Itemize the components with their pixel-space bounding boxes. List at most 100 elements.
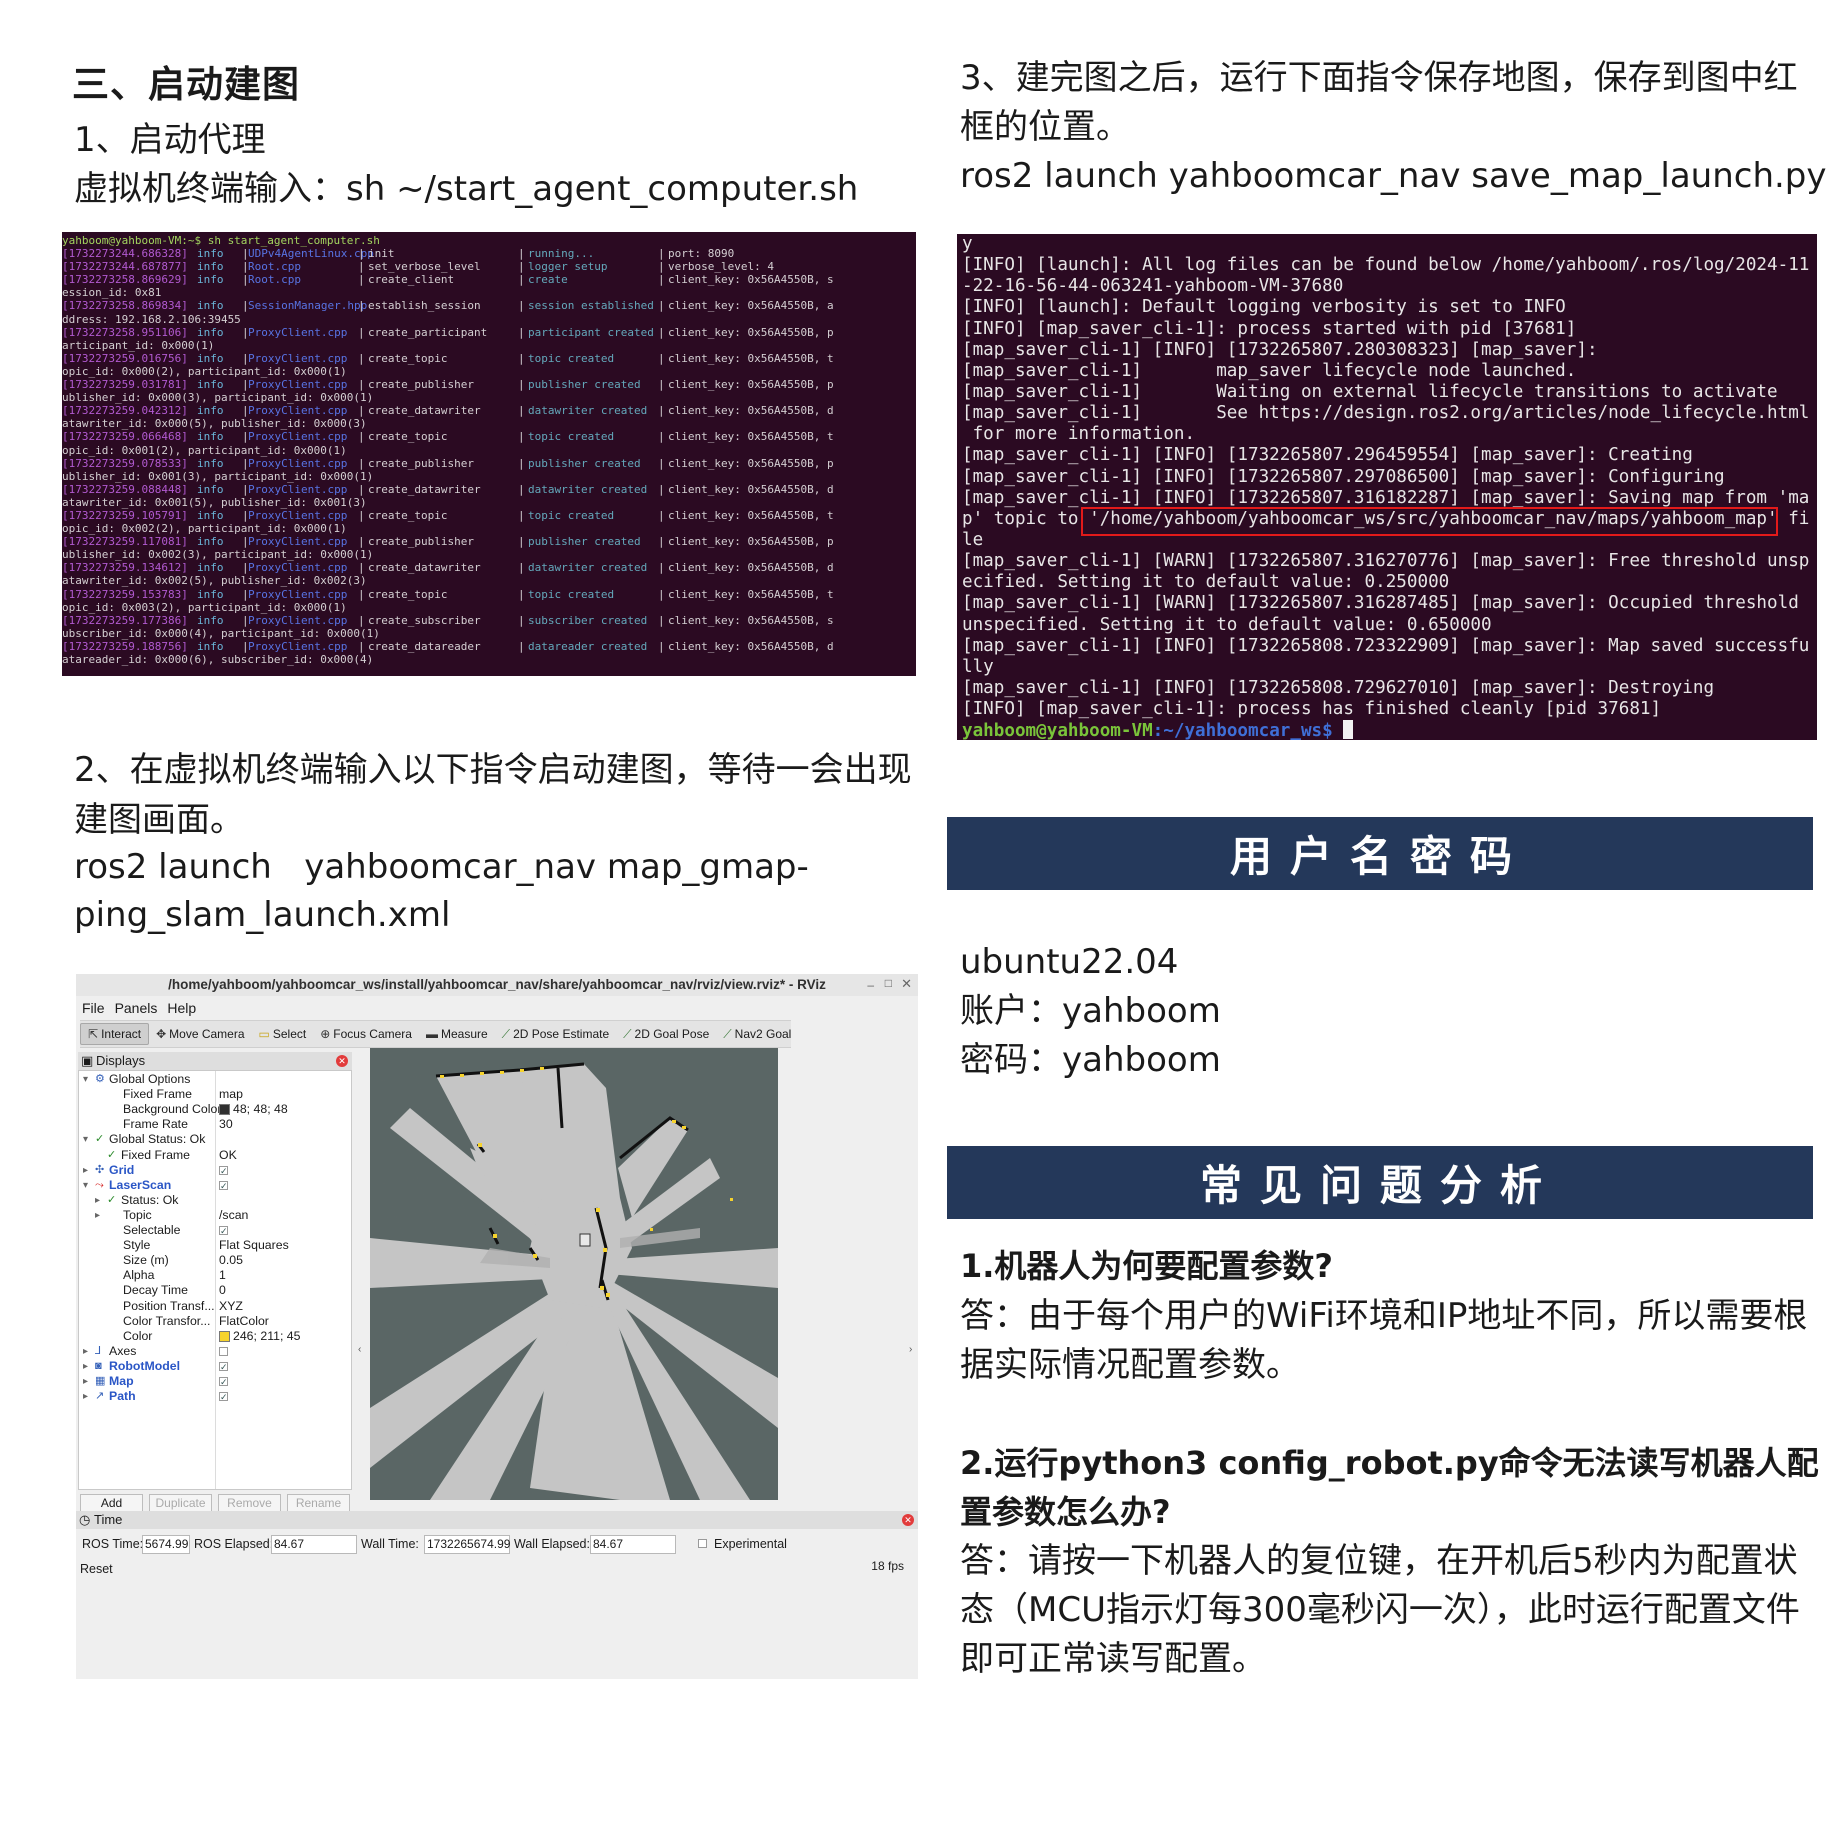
text-cursor — [1343, 720, 1354, 740]
collapse-right-icon[interactable]: › — [909, 1344, 912, 1355]
answer-2-line1: 答：请按一下机器人的复位键，在开机后5秒内为配置状 — [960, 1541, 1798, 1581]
terminal1-line: [1732273259.016756] info ProxyClient.cpp cr… — [62, 351, 834, 365]
time-close-icon[interactable]: ✕ — [902, 1514, 914, 1526]
enable-checkbox[interactable]: ✓ — [219, 1392, 228, 1402]
agent-terminal: yahboom@yahboom-VM:~$ sh start_agent_com… — [62, 232, 916, 676]
display-tree-row[interactable]: Size (m) 0.05 — [79, 1253, 351, 1268]
enable-checkbox[interactable]: ✓ — [219, 1226, 228, 1236]
display-tree-row[interactable]: Background Color 48; 48; 48 — [79, 1102, 351, 1117]
os-version: ubuntu22.04 — [960, 942, 1179, 982]
ruler-icon: ▬ — [425, 1027, 438, 1041]
expand-down-icon[interactable]: ▾ — [83, 1072, 88, 1087]
expand-right-icon[interactable]: ▸ — [83, 1374, 88, 1389]
terminal1-line: [1732273259.177386] info ProxyClient.cpp cr… — [62, 613, 834, 627]
terminal1-line: atawriter_id: 0x001(5), publisher_id: 0x… — [62, 495, 367, 509]
section-title: 三、启动建图 — [72, 63, 300, 106]
close-icon[interactable]: ✕ — [901, 976, 912, 992]
display-tree-row[interactable]: ▸ Topic/scan — [79, 1208, 351, 1223]
monitor-icon: ▣ — [81, 1053, 94, 1068]
ros-elapsed-field[interactable]: 84.67 — [271, 1535, 357, 1554]
enable-checkbox[interactable] — [219, 1347, 228, 1357]
enable-checkbox[interactable]: ✓ — [219, 1165, 228, 1175]
display-type-icon: ◙ — [95, 1359, 102, 1372]
display-tree-row[interactable]: ▸ ✓ Status: Ok — [79, 1193, 351, 1208]
terminal1-line: [1732273259.088448] info ProxyClient.cpp cr… — [62, 482, 834, 496]
enable-checkbox[interactable]: ✓ — [219, 1180, 228, 1190]
display-tree-row[interactable]: ▸ ⅃ Axes — [79, 1344, 351, 1359]
enable-checkbox[interactable]: ✓ — [219, 1377, 228, 1387]
terminal1-line: ession_id: 0x81 — [62, 286, 162, 300]
ros-time-field[interactable]: 5674.99 — [142, 1535, 190, 1554]
move-icon: ✥ — [156, 1027, 167, 1041]
answer-1-line1: 答：由于每个用户的WiFi环境和IP地址不同，所以需要根 — [960, 1296, 1808, 1336]
tool-select[interactable]: ▭ Select — [252, 1023, 314, 1045]
display-tree-row[interactable]: ▾ ⚙ Global Options — [79, 1072, 351, 1087]
experimental-label: Experimental — [714, 1537, 787, 1551]
experimental-checkbox[interactable] — [698, 1539, 707, 1548]
display-type-icon: ⚙ — [95, 1073, 105, 1085]
step2-line2: 建图画面。 — [74, 800, 244, 840]
display-tree-row[interactable]: ▸ ▦ Map ✓ — [79, 1374, 351, 1389]
expand-right-icon[interactable]: ▸ — [83, 1359, 88, 1374]
wall-elapsed-field[interactable]: 84.67 — [590, 1535, 676, 1554]
tool-2d-goal-pose[interactable]: ⟋ 2D Goal Pose — [616, 1023, 716, 1045]
enable-checkbox[interactable]: ✓ — [219, 1362, 228, 1372]
wall-time-label: Wall Time: — [361, 1537, 419, 1551]
expand-right-icon[interactable]: ▸ — [83, 1163, 88, 1178]
expand-down-icon[interactable]: ▾ — [83, 1178, 88, 1193]
rviz-title: /home/yahboom/yahboomcar_ws/install/yahb… — [76, 974, 918, 996]
color-swatch[interactable] — [219, 1104, 230, 1116]
display-tree-row[interactable]: Frame Rate 30 — [79, 1117, 351, 1132]
display-tree-row[interactable]: Position Transf... XYZ — [79, 1299, 351, 1314]
panel-close-icon[interactable]: ✕ — [336, 1055, 348, 1067]
display-tree-row[interactable]: Color Transfor... FlatColor — [79, 1314, 351, 1329]
collapse-left-icon[interactable]: ‹ — [358, 1344, 361, 1355]
tool-focus-camera[interactable]: ⊕ Focus Camera — [313, 1023, 419, 1045]
display-tree-row[interactable]: Decay Time 0 — [79, 1283, 351, 1298]
color-swatch[interactable] — [219, 1330, 230, 1342]
display-tree-row[interactable]: Fixed Frame map — [79, 1087, 351, 1102]
display-tree-row[interactable]: Color 246; 211; 45 — [79, 1329, 351, 1344]
display-tree-row[interactable]: ▸ ✣ Grid ✓ — [79, 1163, 351, 1178]
cursor-icon: ⇱ — [88, 1027, 99, 1041]
tool-2d-pose-estimate[interactable]: ⟋ 2D Pose Estimate — [495, 1023, 616, 1045]
rviz-menubar: File Panels Help — [76, 996, 918, 1020]
nav2-arrow-icon: ⟋ — [723, 1026, 732, 1041]
terminal1-line: atareader_id: 0x000(6), subscriber_id: 0… — [62, 653, 374, 666]
menu-help[interactable]: Help — [167, 1000, 196, 1016]
clock-icon: ◷ — [79, 1512, 91, 1527]
terminal2-line: y — [962, 234, 973, 254]
terminal1-line: opic_id: 0x002(2), participant_id: 0x000… — [62, 522, 347, 536]
wall-time-field[interactable]: 1732265674.99 — [424, 1535, 510, 1554]
password-text: 密码：yahboom — [960, 1040, 1221, 1080]
display-tree-row[interactable]: ▸ ↗ Path ✓ — [79, 1389, 351, 1404]
display-tree-row[interactable]: ▾ ✓ Global Status: Ok — [79, 1132, 351, 1147]
minimize-icon[interactable]: – — [867, 978, 874, 992]
tool-nav2-goal[interactable]: ⟋ Nav2 Goal — [716, 1023, 798, 1045]
tool-move-camera[interactable]: ✥ Move Camera — [149, 1023, 251, 1045]
tool-interact[interactable]: ⇱ Interact — [80, 1023, 150, 1045]
expand-right-icon[interactable]: ▸ — [95, 1208, 100, 1223]
display-tree-row[interactable]: ▸ ◙ RobotModel ✓ — [79, 1359, 351, 1374]
display-type-icon: ⅃ — [95, 1344, 102, 1357]
map-viewport[interactable] — [370, 1048, 778, 1500]
display-tree-row[interactable]: ▾ ⤳ LaserScan ✓ — [79, 1178, 351, 1193]
step3-line2: 框的位置。 — [960, 107, 1130, 147]
expand-down-icon[interactable]: ▾ — [83, 1132, 88, 1147]
menu-panels[interactable]: Panels — [115, 1000, 158, 1016]
terminal2-line: lly — [962, 656, 994, 677]
display-tree-row[interactable]: Style Flat Squares — [79, 1238, 351, 1253]
expand-right-icon[interactable]: ▸ — [95, 1193, 100, 1208]
maximize-icon[interactable]: □ — [885, 976, 892, 990]
display-tree-row[interactable]: Selectable ✓ — [79, 1223, 351, 1238]
expand-right-icon[interactable]: ▸ — [83, 1389, 88, 1404]
fps-readout: 18 fps — [871, 1559, 904, 1573]
terminal1-line: ublisher_id: 0x002(3), participant_id: 0… — [62, 548, 374, 562]
reset-button[interactable]: Reset — [80, 1562, 113, 1576]
menu-file[interactable]: File — [82, 1000, 105, 1016]
display-tree-row[interactable]: Alpha 1 — [79, 1268, 351, 1283]
display-tree-row[interactable]: ✓ Fixed Frame OK — [79, 1148, 351, 1163]
tool-measure[interactable]: ▬ Measure — [419, 1023, 495, 1045]
expand-right-icon[interactable]: ▸ — [83, 1344, 88, 1359]
display-type-icon: ✓ — [107, 1148, 117, 1161]
